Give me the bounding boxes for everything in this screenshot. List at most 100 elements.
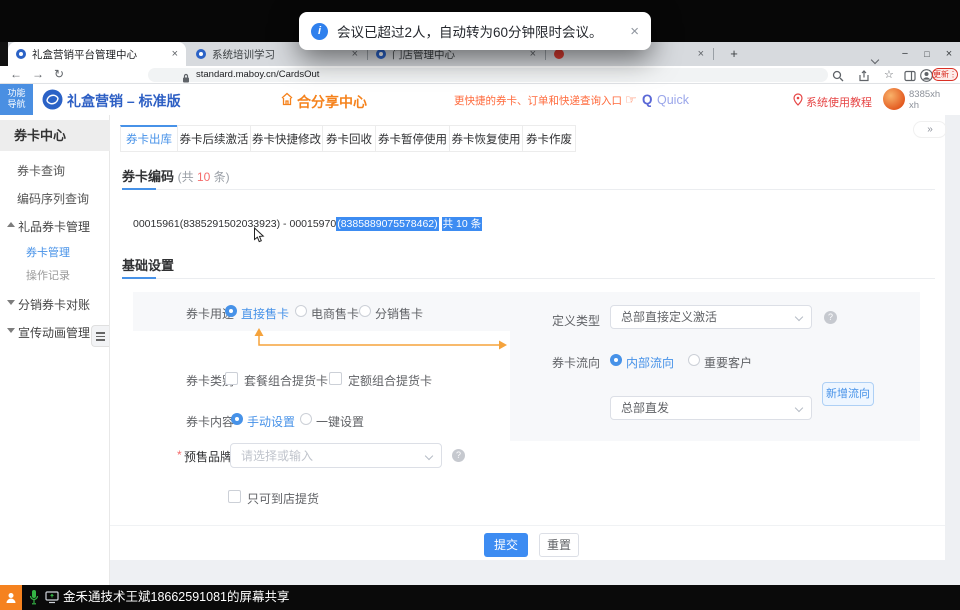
chevron-down-icon [425,452,433,460]
section-underline [122,277,156,279]
sidebar-collapse-handle[interactable] [91,325,109,347]
tab-quick-modify[interactable]: 券卡快捷修改 [250,125,323,152]
window-maximize-button[interactable]: □ [917,42,937,66]
usage-option-direct[interactable]: 直接售卡 [241,305,289,322]
quick-search-icon[interactable]: Q [642,92,653,107]
quick-search-label[interactable]: Quick [657,93,689,107]
nav-label-1: 功能 [0,88,33,99]
share-center-link[interactable]: 合分享中心 [297,92,367,112]
new-tab-button[interactable]: + [724,42,744,66]
sidebar-item-card-query[interactable]: 券卡查询 [17,162,65,179]
flow-option-key-customer[interactable]: 重要客户 [704,354,752,371]
triangle-expanded-icon[interactable] [7,222,15,227]
tab-favicon [196,49,206,59]
forward-icon[interactable]: → [32,67,44,81]
tab-close-icon[interactable]: × [172,48,178,60]
checkbox-store-pickup-only[interactable] [228,490,241,503]
screen-share-icon [45,591,59,609]
tutorial-link[interactable]: 系统使用教程 [806,94,872,110]
tab-favicon [376,49,386,59]
triangle-collapsed-icon[interactable] [7,300,15,305]
define-panel: 定义类型 总部直接定义激活 ? 券卡流向 内部流向 重要客户 总部直发 新增流向 [510,292,920,441]
reload-icon[interactable]: ↻ [54,67,64,81]
store-pickup-only-label[interactable]: 只可到店提货 [247,490,319,507]
count-number: 10 [197,170,210,184]
define-type-select[interactable]: 总部直接定义激活 [610,305,812,329]
sidebar-group-promo-animation[interactable]: 宣传动画管理 [18,324,90,341]
card-content-label: 券卡内容 [186,413,234,430]
presale-brand-label: 预售品牌 [184,448,232,465]
tab-favicon [554,49,564,59]
address-bar[interactable]: standard.maboy.cn/CardsOut [148,68,828,82]
submit-button[interactable]: 提交 [484,533,528,557]
sidebar-item-code-sequence-query[interactable]: 编码序列查询 [17,190,89,207]
add-flow-button[interactable]: 新增流向 [822,382,874,406]
tab-follow-up-activation[interactable]: 券卡后续激活 [177,125,251,152]
nav-label-2: 导航 [0,99,33,110]
card-code-range: 00015961(8385291502033923) - 00015970(83… [133,216,482,231]
required-asterisk: * [177,448,182,462]
sidebar-title: 券卡中心 [0,120,110,151]
browser-tab-active[interactable]: 礼盒营销平台管理中心 × [8,42,186,66]
radio-one-click-setup[interactable] [300,413,312,425]
expand-panel-button[interactable]: » [913,121,947,138]
shop-icon [280,92,294,111]
triangle-collapsed-icon[interactable] [7,328,15,333]
count-prefix: (共 [178,170,197,184]
chevron-down-icon [795,313,803,321]
user-name: xh [909,100,919,111]
define-type-label: 定义类型 [552,312,600,329]
section-divider [122,189,935,190]
tab-resume-use[interactable]: 券卡恢复使用 [449,125,523,152]
tab-card-recycle[interactable]: 券卡回收 [322,125,376,152]
microphone-icon [29,589,39,610]
location-pin-icon [793,93,803,111]
checkbox-fixed-amount-combo[interactable] [329,372,342,385]
screen-share-label: 金禾通技术王斌18662591081的屏幕共享 [63,585,289,610]
category-option-package[interactable]: 套餐组合提货卡 [244,372,328,389]
function-nav-button[interactable]: 功能 导航 [0,84,33,115]
category-option-fixed[interactable]: 定额组合提货卡 [348,372,432,389]
hamburger-icon [96,332,105,334]
reset-button[interactable]: 重置 [539,533,579,557]
radio-internal-flow-selected[interactable] [610,354,622,366]
sidebar-subitem-operation-log[interactable]: 操作记录 [26,267,70,283]
usage-option-distribution[interactable]: 分销售卡 [375,305,423,322]
content-option-manual[interactable]: 手动设置 [247,413,295,430]
radio-direct-sale-selected[interactable] [225,305,237,317]
presale-brand-select[interactable] [230,443,442,468]
basic-settings-title: 基础设置 [122,255,174,274]
sidebar-group-gift-card-management[interactable]: 礼品券卡管理 [18,218,90,235]
radio-key-customer[interactable] [688,354,700,366]
back-icon[interactable]: ← [10,67,22,81]
content-option-one-click[interactable]: 一键设置 [316,413,364,430]
window-minimize-button[interactable]: − [895,42,915,66]
checkbox-package-combo[interactable] [225,372,238,385]
tab-cards-out[interactable]: 券卡出库 [120,125,178,152]
window-close-button[interactable]: × [939,42,959,66]
help-icon[interactable]: ? [452,449,465,462]
app-title: 礼盒营销 – 标准版 [67,91,181,111]
banner-close-icon[interactable]: × [630,23,639,40]
radio-manual-setup-selected[interactable] [231,413,243,425]
tab-pause-use[interactable]: 券卡暂停使用 [375,125,450,152]
tab-close-icon[interactable]: × [698,48,704,60]
help-icon[interactable]: ? [824,311,837,324]
flow-option-internal[interactable]: 内部流向 [626,354,674,371]
tab-title: 礼盒营销平台管理中心 [32,47,168,62]
tab-card-void[interactable]: 券卡作废 [522,125,576,152]
radio-distribution-sale[interactable] [359,305,371,317]
define-type-value: 总部直接定义激活 [621,306,717,329]
bookmark-star-icon[interactable]: ☆ [884,68,894,81]
presale-brand-input[interactable] [241,449,391,463]
sidebar-group-distribution-reconciliation[interactable]: 分销券卡对账 [18,296,90,313]
avatar[interactable] [883,88,905,110]
code-selected-count: 共 10 条 [442,217,483,231]
sidebar-subitem-card-management-active[interactable]: 券卡管理 [26,244,70,260]
flow-select[interactable]: 总部直发 [610,396,812,420]
browser-update-button[interactable]: 更新⋮ [932,68,958,81]
code-section-label: 券卡编码 [122,169,174,184]
usage-option-ecommerce[interactable]: 电商售卡 [311,305,359,322]
radio-ecommerce-sale[interactable] [295,305,307,317]
window-edge [0,42,8,66]
